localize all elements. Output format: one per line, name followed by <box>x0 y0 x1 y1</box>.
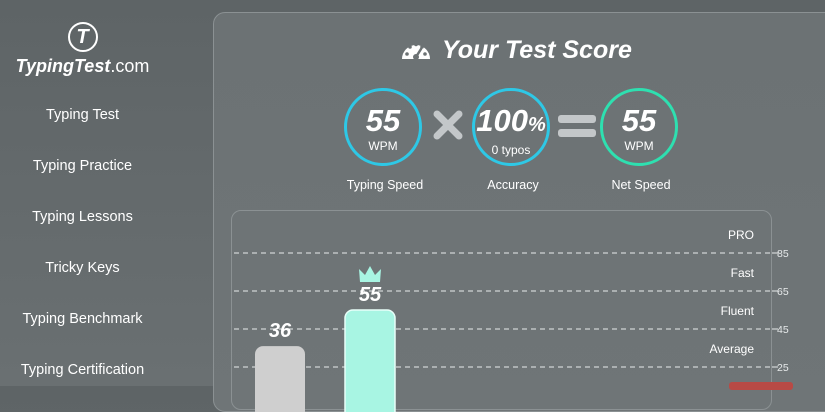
level-label-fast: Fast <box>731 266 755 280</box>
level-label-average: Average <box>710 342 755 356</box>
tick-label-45: 45 <box>777 324 789 336</box>
bar-0 <box>255 346 305 412</box>
tick-label-25: 25 <box>777 362 789 374</box>
level-label-pro: PRO <box>728 228 754 242</box>
partial-red-button[interactable] <box>729 382 793 390</box>
bar-label-0: 36 <box>269 320 292 342</box>
bar-1 <box>344 309 396 412</box>
crown-icon <box>359 266 381 282</box>
tick-label-85: 85 <box>777 248 789 260</box>
bar-label-1: 55 <box>359 284 382 306</box>
tick-label-65: 65 <box>777 286 789 298</box>
level-label-fluent: Fluent <box>721 304 755 318</box>
speed-chart: 25 Average 45 Fluent 65 Fast 85 PRO 36 55 <box>234 228 789 412</box>
